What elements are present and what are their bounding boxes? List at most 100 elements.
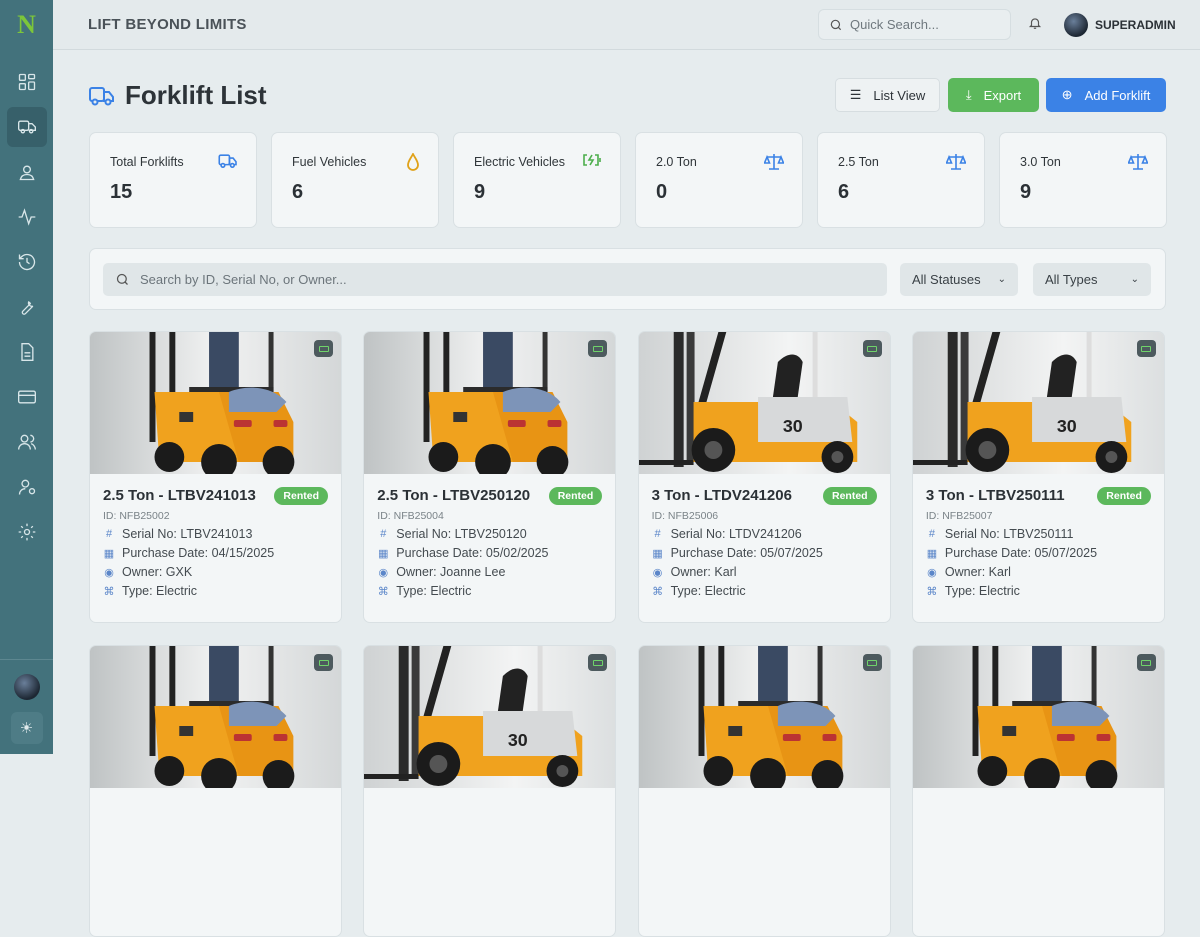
owner-icon: ◉	[104, 566, 114, 579]
dashboard-icon	[18, 73, 35, 91]
forklift-owner: ◉ Owner: Joanne Lee	[377, 565, 602, 579]
truck-icon	[89, 86, 114, 105]
export-button[interactable]: ⤓ Export	[948, 78, 1039, 112]
forklift-serial-text: Serial No: LTBV241013	[122, 527, 253, 541]
status-badge: Rented	[548, 487, 603, 505]
type-icon: ⌘	[103, 585, 115, 598]
documents-icon	[20, 343, 33, 361]
search-placeholder: Search by ID, Serial No, or Owner...	[140, 272, 347, 287]
sidebar-item-user-settings[interactable]	[7, 467, 47, 507]
electric-badge-icon	[862, 340, 882, 357]
sidebar-avatar[interactable]	[13, 674, 40, 700]
forklift-id: ID: NFB25007	[925, 510, 993, 522]
settings-icon	[18, 523, 35, 541]
brand-name: LIFT BEYOND LIMITS	[88, 16, 247, 33]
history-icon	[18, 253, 35, 271]
calendar-icon: ▦	[926, 547, 938, 560]
sidebar-item-maintenance[interactable]	[7, 287, 47, 327]
forklift-card[interactable]: 30 Rented 3 Ton - LTDV241206 ID: NFB25006 #…	[637, 331, 891, 623]
forklift-image	[364, 332, 616, 474]
user-avatar	[1064, 13, 1088, 37]
stat-value: 15	[110, 181, 133, 203]
sidebar-item-customers[interactable]	[7, 152, 47, 192]
sidebar-item-activity[interactable]	[7, 197, 47, 237]
forklift-card[interactable]: 30 Rented 3 Ton - LTBV250111 ID: NFB25007 #…	[911, 331, 1165, 623]
status-select[interactable]: All Statuses ⌄	[900, 263, 1018, 296]
quick-search-input[interactable]: Quick Search...	[818, 9, 1011, 40]
forklift-card[interactable]: Rented 2.5 Ton - LTBV250120 ID: NFB25004 # S…	[363, 331, 617, 623]
forklift-image: 30	[364, 646, 616, 788]
stat-label: Fuel Vehicles	[292, 155, 367, 169]
forklift-owner: ◉ Owner: Karl	[926, 565, 1151, 579]
type-icon: ⌘	[652, 585, 664, 598]
hash-icon: #	[654, 528, 661, 540]
electric-badge-icon	[588, 654, 608, 671]
electric-badge-icon	[314, 340, 333, 357]
forklift-card[interactable]	[911, 645, 1165, 937]
forklift-serial-text: Serial No: LTBV250111	[944, 527, 1074, 541]
list-view-button[interactable]: ☰ List View	[835, 78, 940, 112]
sidebar-item-dashboard[interactable]	[7, 62, 47, 102]
export-label: Export	[983, 87, 1022, 103]
calendar-icon: ▦	[103, 547, 115, 560]
stat-card: 3.0 Ton 9	[999, 132, 1167, 228]
forklift-date-text: Purchase Date: 05/07/2025	[670, 546, 823, 560]
forklift-type: ⌘ Type: Electric	[926, 584, 1151, 598]
billing-icon	[17, 390, 36, 404]
stat-card: 2.0 Ton 0	[635, 132, 803, 228]
calendar-icon: ▦	[652, 547, 663, 560]
fuel-drop-icon	[406, 151, 420, 176]
forklift-card[interactable]	[89, 645, 342, 937]
forklift-serial-text: Serial No: LTBV250120	[396, 527, 527, 541]
sidebar-item-history[interactable]	[7, 242, 47, 282]
forklift-date: ▦ Purchase Date: 05/07/2025	[652, 546, 877, 560]
electric-badge-icon	[1136, 654, 1156, 671]
bell-icon[interactable]	[1028, 16, 1042, 30]
forklift-date-text: Purchase Date: 04/15/2025	[122, 546, 275, 560]
svg-text:30: 30	[782, 416, 802, 436]
forklift-card[interactable]	[637, 645, 891, 937]
forklift-id: ID: NFB25006	[651, 510, 719, 522]
truck-icon	[218, 153, 238, 174]
users-icon	[17, 434, 36, 450]
forklift-date: ▦ Purchase Date: 04/15/2025	[103, 546, 328, 560]
chevron-down-icon: ⌄	[1130, 274, 1139, 285]
sidebar-item-settings[interactable]	[7, 512, 47, 552]
add-forklift-button[interactable]: ⊕ Add Forklift	[1046, 78, 1166, 112]
owner-icon: ◉	[378, 566, 389, 579]
theme-toggle-icon[interactable]: ☀	[10, 712, 43, 744]
app-logo[interactable]: N	[17, 0, 36, 50]
forklift-owner-text: Owner: Joanne Lee	[396, 565, 506, 579]
electric-badge-icon	[314, 654, 333, 671]
forklift-card[interactable]: 30	[363, 645, 617, 937]
forklift-id: ID: NFB25004	[377, 510, 444, 522]
stat-card: Fuel Vehicles 6	[271, 132, 439, 228]
electric-badge-icon	[588, 340, 608, 357]
stat-card: 2.5 Ton 6	[817, 132, 985, 228]
filter-bar: Search by ID, Serial No, or Owner... All…	[89, 248, 1166, 310]
forklift-type: ⌘ Type: Electric	[103, 584, 328, 598]
forklift-image	[90, 646, 341, 788]
user-menu[interactable]: SUPERADMIN	[1064, 13, 1176, 37]
owner-icon: ◉	[927, 566, 937, 579]
stat-card: Total Forklifts 15	[89, 132, 257, 228]
forklift-serial: # Serial No: LTDV241206	[652, 527, 877, 541]
forklift-date-text: Purchase Date: 05/07/2025	[944, 546, 1098, 560]
owner-icon: ◉	[652, 566, 663, 579]
forklift-owner-text: Owner: GXK	[122, 565, 193, 579]
forklift-search-input[interactable]: Search by ID, Serial No, or Owner...	[103, 263, 887, 296]
sidebar-item-forklifts[interactable]	[6, 107, 47, 147]
sidebar-item-users[interactable]	[7, 422, 47, 462]
sidebar-item-documents[interactable]	[7, 332, 47, 372]
forklift-card[interactable]: Rented 2.5 Ton - LTBV241013 ID: NFB25002 # S…	[89, 331, 342, 623]
forklift-owner: ◉ Owner: GXK	[103, 565, 328, 579]
sidebar-item-billing[interactable]	[7, 377, 47, 417]
status-badge: Rented	[1097, 487, 1151, 505]
type-select[interactable]: All Types ⌄	[1033, 263, 1151, 296]
svg-text:30: 30	[508, 730, 528, 750]
forklift-serial: # Serial No: LTBV250111	[926, 527, 1151, 541]
activity-icon	[18, 208, 35, 226]
sidebar: N ☀	[0, 0, 53, 754]
hash-icon: #	[105, 528, 113, 540]
user-settings-icon	[18, 479, 35, 495]
